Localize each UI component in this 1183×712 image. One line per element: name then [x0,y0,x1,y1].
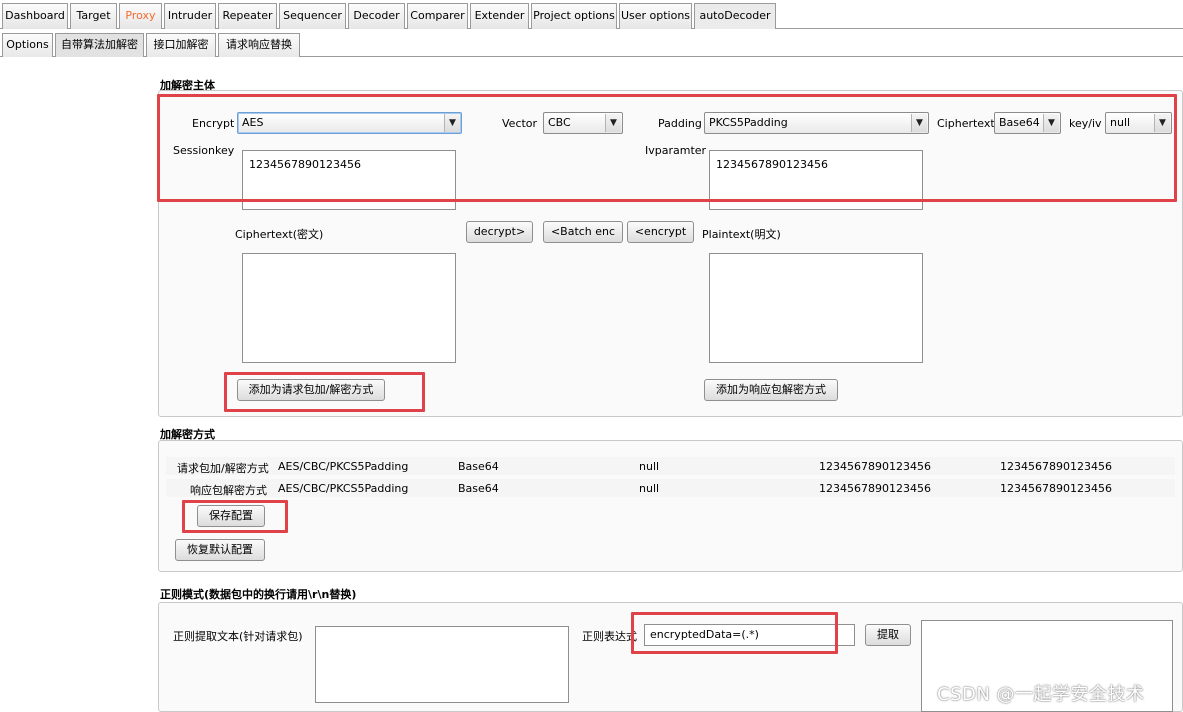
response-mode-algo: AES/CBC/PKCS5Padding [278,482,409,495]
restore-default-button[interactable]: 恢复默认配置 [175,539,265,561]
extract-text-textarea[interactable] [315,626,569,703]
request-mode-format: Base64 [458,460,499,473]
highlight-box-add-request [224,372,425,412]
extract-button[interactable]: 提取 [865,624,911,646]
subtab-options[interactable]: Options [2,33,53,57]
ciphertext-box-label: Ciphertext(密文) [235,228,324,241]
highlight-box-save [182,500,288,533]
subtab-interface-crypto[interactable]: 接口加解密 [146,33,216,57]
tab-comparer[interactable]: Comparer [407,3,468,29]
tab-extender[interactable]: Extender [470,3,529,29]
tab-autodecoder[interactable]: autoDecoder [694,3,776,29]
decrypt-button[interactable]: decrypt> [466,221,533,243]
request-mode-key: 1234567890123456 [819,460,931,473]
ciphertext-textarea[interactable] [242,253,456,363]
encrypt-button[interactable]: <encrypt [627,221,694,243]
tab-user-options[interactable]: User options [619,3,692,29]
tab-dashboard[interactable]: Dashboard [2,3,68,29]
response-mode-label: 响应包解密方式 [190,484,267,497]
watermark: CSDN @一起学安全技术 [937,684,1145,705]
add-response-crypto-button[interactable]: 添加为响应包解密方式 [704,379,838,401]
subtab-replace[interactable]: 请求响应替换 [218,33,300,57]
extract-text-label: 正则提取文本(针对请求包) [173,630,303,643]
subtab-builtin-crypto[interactable]: 自带算法加解密 [55,33,144,57]
regex-label: 正则表达式 [582,630,637,643]
response-mode-keyiv: null [639,482,660,495]
batch-enc-button[interactable]: <Batch enc [543,221,623,243]
tab-target[interactable]: Target [70,3,117,29]
tab-decoder[interactable]: Decoder [348,3,405,29]
response-mode-key: 1234567890123456 [819,482,931,495]
tab-sequencer[interactable]: Sequencer [279,3,346,29]
tab-intruder[interactable]: Intruder [164,3,216,29]
plaintext-box-label: Plaintext(明文) [702,228,781,241]
tab-proxy[interactable]: Proxy [119,3,162,29]
highlight-box-crypto-params [157,94,1177,202]
request-mode-label: 请求包加/解密方式 [177,462,269,475]
request-mode-iv: 1234567890123456 [1000,460,1112,473]
tab-repeater[interactable]: Repeater [218,3,277,29]
request-mode-keyiv: null [639,460,660,473]
response-mode-format: Base64 [458,482,499,495]
main-tab-bar: Dashboard Target Proxy Intruder Repeater… [0,0,1183,29]
plaintext-textarea[interactable] [709,253,923,363]
request-mode-algo: AES/CBC/PKCS5Padding [278,460,409,473]
section-regex-title: 正则模式(数据包中的换行请用\r\n替换) [160,588,357,601]
highlight-box-regex [631,612,838,654]
sub-tab-bar: Options 自带算法加解密 接口加解密 请求响应替换 [0,33,1183,57]
tab-project-options[interactable]: Project options [531,3,617,29]
response-mode-iv: 1234567890123456 [1000,482,1112,495]
